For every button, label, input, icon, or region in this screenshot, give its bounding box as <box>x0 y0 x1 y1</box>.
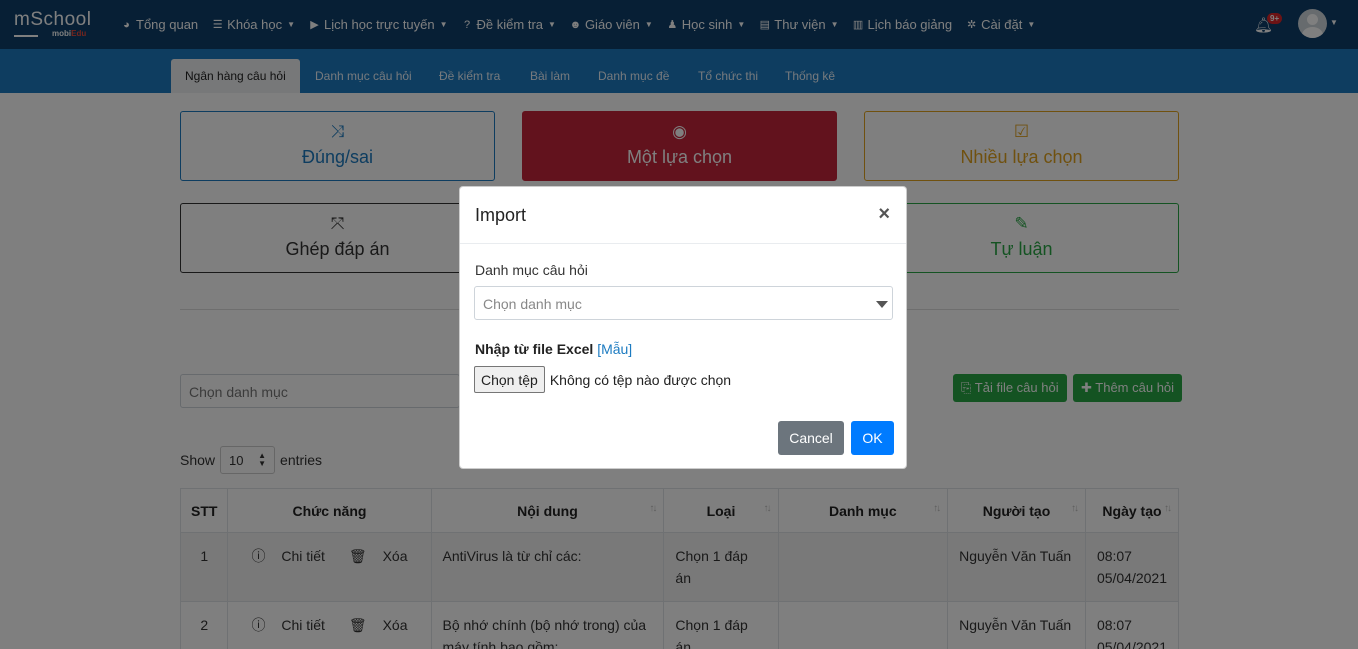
category-label: Danh mục câu hỏi <box>475 262 588 278</box>
caret-down-icon <box>876 301 888 308</box>
import-modal: Import × Danh mục câu hỏi Chọn danh mục … <box>459 186 907 469</box>
modal-category-select[interactable]: Chọn danh mục <box>474 286 893 320</box>
file-input: Chọn tệp Không có tệp nào được chọn <box>474 366 731 393</box>
excel-import-label: Nhập từ file Excel [Mẫu] <box>475 341 633 357</box>
template-link[interactable]: [Mẫu] <box>597 341 632 357</box>
cancel-button[interactable]: Cancel <box>778 421 844 455</box>
close-icon[interactable]: × <box>878 203 890 226</box>
choose-file-button[interactable]: Chọn tệp <box>474 366 545 393</box>
modal-title: Import <box>475 205 527 225</box>
file-status: Không có tệp nào được chọn <box>549 371 732 388</box>
ok-button[interactable]: OK <box>851 421 894 455</box>
modal-header: Import × <box>460 187 906 244</box>
